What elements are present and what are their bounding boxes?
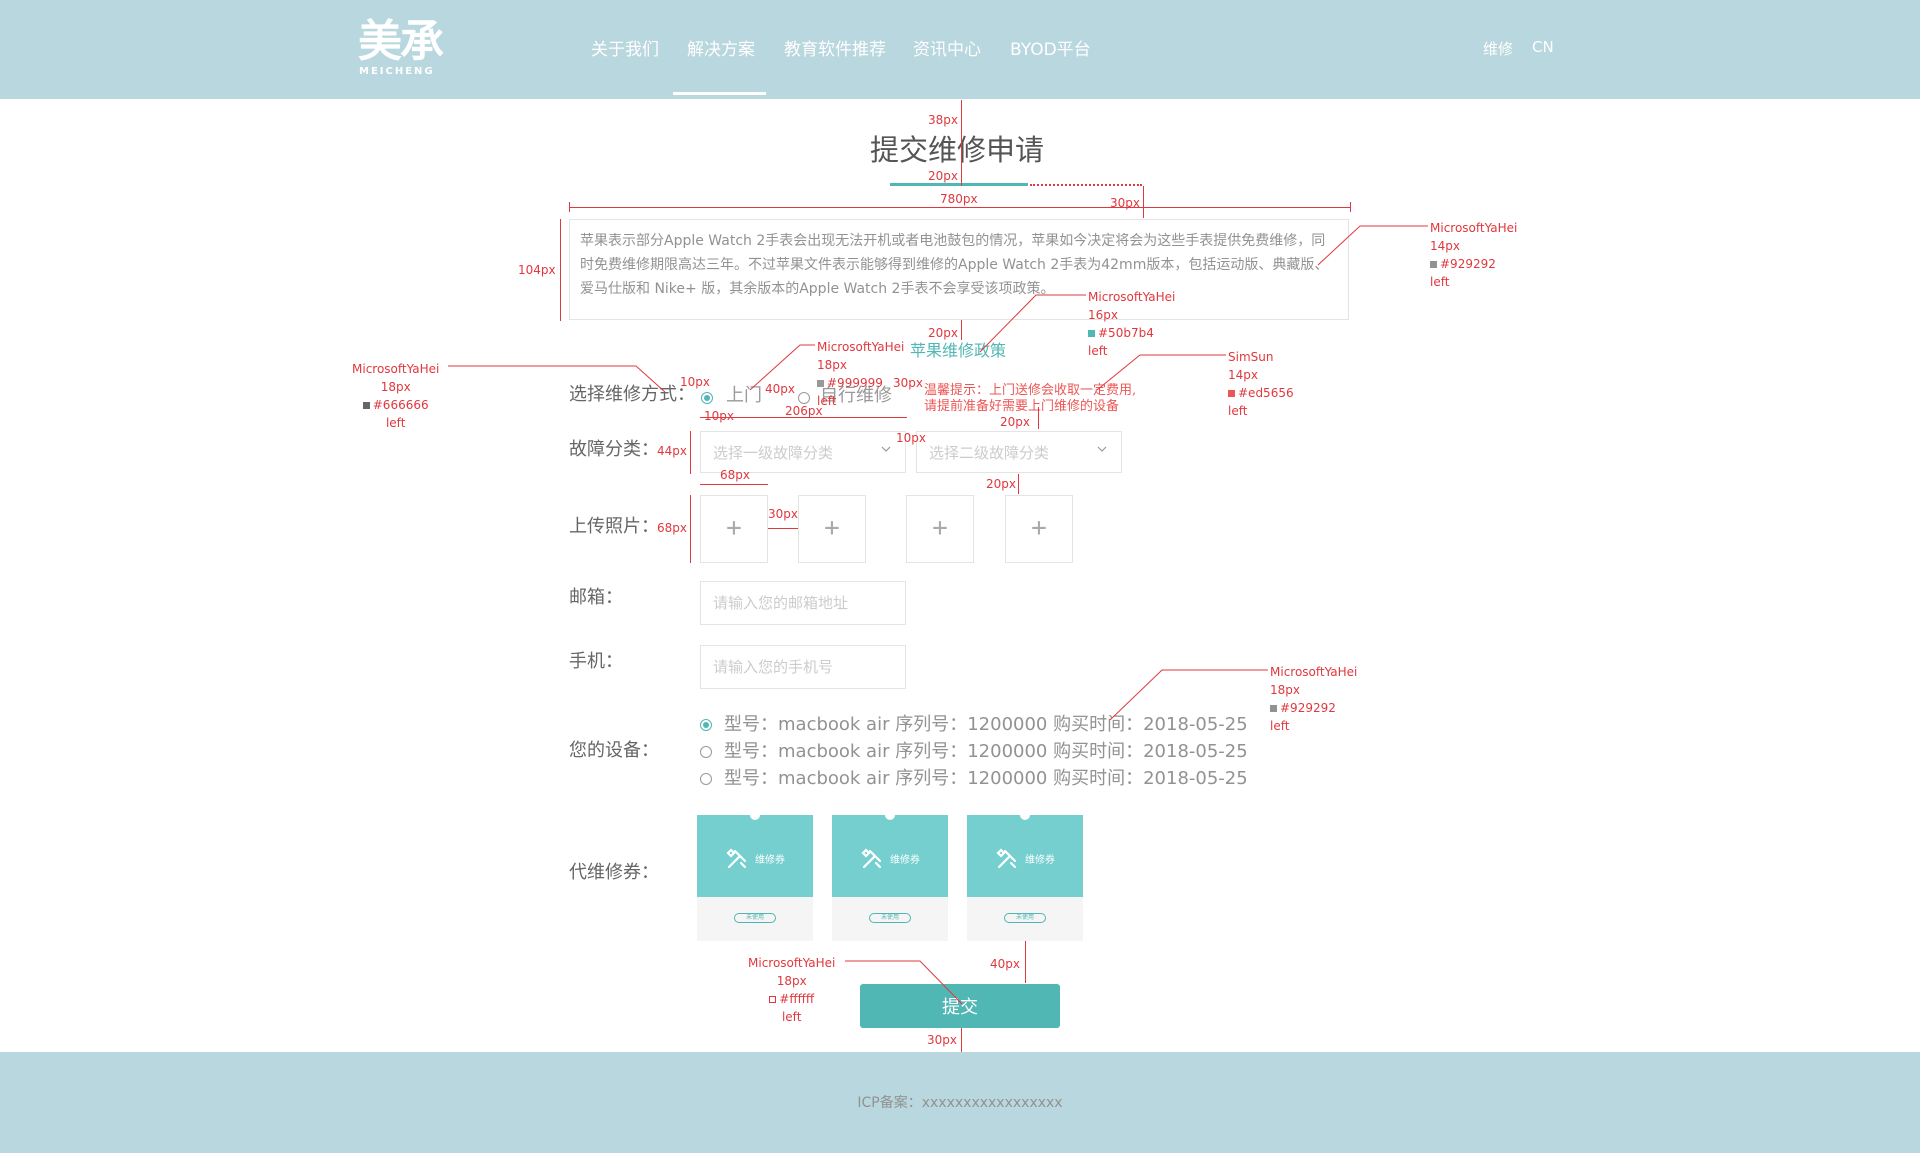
annotation-leaders: [448, 225, 1428, 1005]
